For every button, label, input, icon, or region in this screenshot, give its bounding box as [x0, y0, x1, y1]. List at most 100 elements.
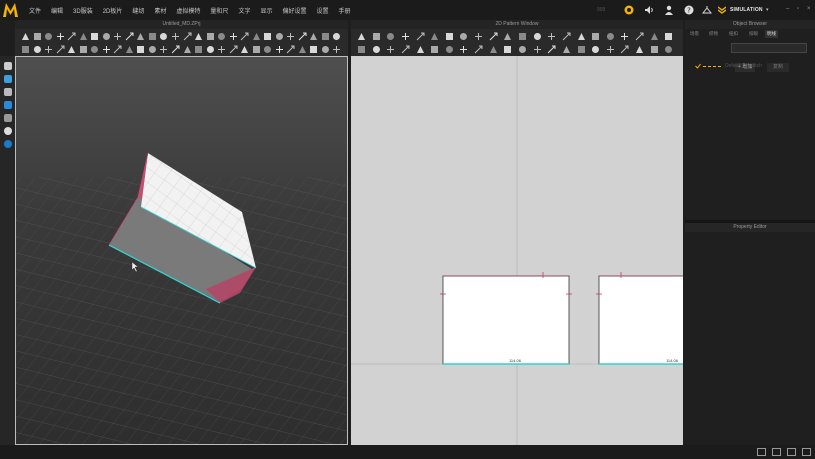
- toolbar-3d-tool-icon[interactable]: [286, 45, 295, 54]
- toolbar-3d-tool-icon[interactable]: [67, 32, 76, 41]
- toolbar-3d-tool-icon[interactable]: [33, 45, 42, 54]
- toolbar-2d-tool-icon[interactable]: [664, 32, 673, 41]
- toolbar-3d-tool-icon[interactable]: [298, 32, 307, 41]
- toolbar-3d-tool-icon[interactable]: [194, 32, 203, 41]
- menu-item-6[interactable]: 虚拟模特: [171, 6, 205, 15]
- toolbar-3d-tool-icon[interactable]: [229, 45, 238, 54]
- toolbar-2d-tool-icon[interactable]: [459, 45, 468, 54]
- menu-item-3[interactable]: 2D板片: [98, 6, 128, 15]
- tab-0[interactable]: 场景: [688, 30, 701, 38]
- toolbar-3d-tool-icon[interactable]: [21, 45, 30, 54]
- toolbar-3d-tool-icon[interactable]: [298, 45, 307, 54]
- tab-3[interactable]: 扣眼: [747, 30, 760, 38]
- simulation-label[interactable]: SIMULATION: [730, 7, 763, 13]
- toolbar-2d-tool-icon[interactable]: [357, 32, 366, 41]
- toolbar-3d-tool-icon[interactable]: [206, 32, 215, 41]
- toolbar-3d-tool-icon[interactable]: [263, 45, 272, 54]
- toolbar-3d-tool-icon[interactable]: [332, 45, 341, 54]
- toolbar-3d-tool-icon[interactable]: [56, 32, 65, 41]
- split-view-icon[interactable]: [772, 448, 781, 456]
- toolbar-3d-tool-icon[interactable]: [33, 32, 42, 41]
- toolbar-2d-tool-icon[interactable]: [606, 32, 615, 41]
- toolbar-3d-tool-icon[interactable]: [263, 32, 272, 41]
- toolbar-3d-tool-icon[interactable]: [79, 45, 88, 54]
- toolbar-3d-tool-icon[interactable]: [113, 32, 122, 41]
- menu-item-7[interactable]: 量和尺: [205, 6, 233, 15]
- avatar-pose-icon[interactable]: [4, 88, 12, 96]
- toolbar-2d-tool-icon[interactable]: [401, 32, 410, 41]
- toolbar-2d-tool-icon[interactable]: [577, 32, 586, 41]
- menu-item-8[interactable]: 文字: [233, 6, 255, 15]
- toolbar-2d-tool-icon[interactable]: [547, 45, 556, 54]
- scene-3d[interactable]: [16, 57, 348, 445]
- toolbar-2d-tool-icon[interactable]: [650, 45, 659, 54]
- toolbar-2d-tool-icon[interactable]: [635, 45, 644, 54]
- toolbar-3d-tool-icon[interactable]: [113, 45, 122, 54]
- toolbar-3d-tool-icon[interactable]: [183, 32, 192, 41]
- toolbar-2d-tool-icon[interactable]: [372, 45, 381, 54]
- toolbar-2d-tool-icon[interactable]: [489, 32, 498, 41]
- toolbar-2d-tool-icon[interactable]: [445, 32, 454, 41]
- menu-item-0[interactable]: 文件: [24, 6, 46, 15]
- toolbar-3d-tool-icon[interactable]: [321, 32, 330, 41]
- lighting-icon[interactable]: [4, 127, 12, 135]
- tab-1[interactable]: 织物: [707, 30, 720, 38]
- toolbar-3d-tool-icon[interactable]: [44, 45, 53, 54]
- toolbar-2d-tool-icon[interactable]: [533, 45, 542, 54]
- texture-display-icon[interactable]: [4, 101, 12, 109]
- toolbar-2d-tool-icon[interactable]: [445, 45, 454, 54]
- toolbar-2d-tool-icon[interactable]: [635, 32, 644, 41]
- toolbar-3d-tool-icon[interactable]: [136, 45, 145, 54]
- pattern-canvas[interactable]: [351, 56, 683, 445]
- toolbar-2d-tool-icon[interactable]: [518, 32, 527, 41]
- toolbar-3d-tool-icon[interactable]: [159, 45, 168, 54]
- help-icon[interactable]: ?: [684, 5, 694, 15]
- toolbar-2d-tool-icon[interactable]: [503, 32, 512, 41]
- view-3d-icon[interactable]: [787, 448, 796, 456]
- toolbar-3d-tool-icon[interactable]: [171, 45, 180, 54]
- toolbar-2d-tool-icon[interactable]: [372, 32, 381, 41]
- tab-4[interactable]: 明线: [765, 30, 778, 38]
- menu-item-1[interactable]: 编辑: [46, 6, 68, 15]
- user-icon[interactable]: [664, 5, 674, 15]
- object-browser-search[interactable]: [731, 43, 807, 53]
- toolbar-3d-tool-icon[interactable]: [332, 32, 341, 41]
- menu-item-11[interactable]: 设置: [311, 6, 333, 15]
- toolbar-2d-tool-icon[interactable]: [620, 32, 629, 41]
- toolbar-3d-tool-icon[interactable]: [102, 45, 111, 54]
- toolbar-3d-tool-icon[interactable]: [217, 32, 226, 41]
- toolbar-2d-tool-icon[interactable]: [591, 45, 600, 54]
- toolbar-2d-tool-icon[interactable]: [357, 45, 366, 54]
- toolbar-2d-tool-icon[interactable]: [503, 45, 512, 54]
- toolbar-3d-tool-icon[interactable]: [240, 32, 249, 41]
- app-logo[interactable]: [2, 2, 19, 18]
- toolbar-2d-tool-icon[interactable]: [474, 45, 483, 54]
- toolbar-2d-tool-icon[interactable]: [606, 45, 615, 54]
- pin-icon[interactable]: [4, 114, 12, 122]
- toolbar-3d-tool-icon[interactable]: [206, 45, 215, 54]
- toolbar-3d-tool-icon[interactable]: [194, 45, 203, 54]
- toolbar-2d-tool-icon[interactable]: [416, 45, 425, 54]
- toolbar-2d-tool-icon[interactable]: [474, 32, 483, 41]
- toolbar-2d-tool-icon[interactable]: [591, 32, 600, 41]
- toolbar-3d-tool-icon[interactable]: [44, 32, 53, 41]
- toolbar-3d-tool-icon[interactable]: [275, 32, 284, 41]
- toolbar-2d-tool-icon[interactable]: [430, 45, 439, 54]
- menu-item-4[interactable]: 缝纫: [127, 6, 149, 15]
- toolbar-3d-tool-icon[interactable]: [252, 45, 261, 54]
- restore-icon[interactable]: ▫: [797, 6, 799, 12]
- menu-item-2[interactable]: 3D服装: [68, 6, 98, 15]
- tree-item-topstitch[interactable]: Default Topstitch: [725, 63, 762, 69]
- toolbar-3d-tool-icon[interactable]: [79, 32, 88, 41]
- checkmark-icon[interactable]: [695, 63, 701, 69]
- toolbar-2d-tool-icon[interactable]: [416, 32, 425, 41]
- toolbar-3d-tool-icon[interactable]: [159, 32, 168, 41]
- toolbar-3d-tool-icon[interactable]: [67, 45, 76, 54]
- minimize-icon[interactable]: –: [786, 6, 789, 12]
- toolbar-3d-tool-icon[interactable]: [183, 45, 192, 54]
- toolbar-3d-tool-icon[interactable]: [229, 32, 238, 41]
- toolbar-2d-tool-icon[interactable]: [547, 32, 556, 41]
- hanger-icon[interactable]: [702, 5, 712, 15]
- viewport-2d[interactable]: 114.06 114.06: [351, 56, 683, 445]
- toolbar-3d-tool-icon[interactable]: [217, 45, 226, 54]
